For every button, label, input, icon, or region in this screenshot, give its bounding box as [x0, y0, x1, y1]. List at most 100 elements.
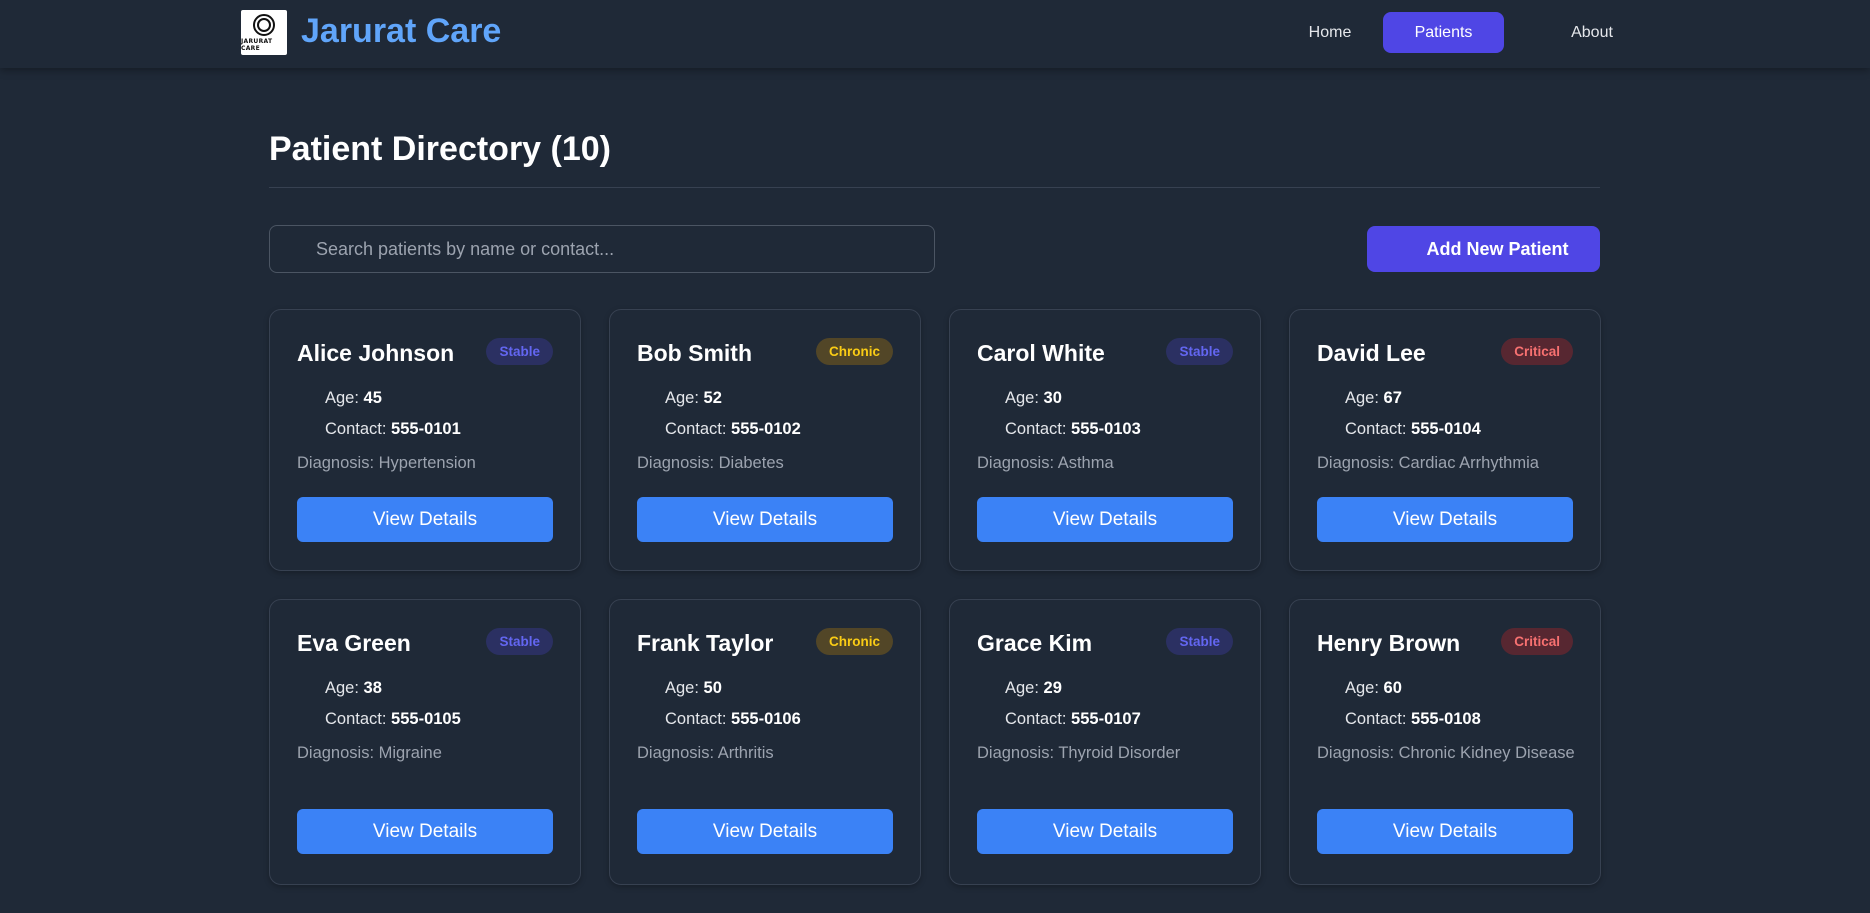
contact-value: 555-0102: [731, 420, 801, 438]
patient-card-grid: Alice Johnson Stable Age: 45 Contact: 55…: [269, 309, 1601, 885]
patient-name: Grace Kim: [977, 630, 1093, 656]
patient-age: Age: 60: [1345, 679, 1402, 698]
patient-card: Frank Taylor Chronic Age: 50 Contact: 55…: [609, 599, 921, 885]
contact-value: 555-0106: [731, 710, 801, 728]
contact-label: Contact:: [1005, 420, 1072, 438]
contact-label: Contact:: [665, 710, 732, 728]
patient-card: David Lee Critical Age: 67 Contact: 555-…: [1289, 309, 1601, 571]
page-title: Patient Directory (10): [269, 130, 611, 168]
nav-about-link[interactable]: About: [1552, 12, 1632, 53]
patient-search-input[interactable]: [269, 225, 935, 273]
patient-age: Age: 30: [1005, 389, 1062, 408]
status-badge: Chronic: [815, 338, 893, 365]
view-details-button[interactable]: View Details: [297, 497, 553, 542]
nav-home-link[interactable]: Home: [1290, 12, 1370, 53]
patient-contact: Contact: 555-0102: [665, 420, 801, 439]
view-details-button[interactable]: View Details: [1317, 809, 1573, 854]
patient-diagnosis: Diagnosis: Asthma: [977, 454, 1114, 472]
patient-contact: Contact: 555-0107: [1005, 710, 1141, 729]
patient-contact: Contact: 555-0103: [1005, 420, 1141, 439]
status-badge: Stable: [486, 338, 553, 365]
view-details-button[interactable]: View Details: [637, 497, 893, 542]
age-value: 45: [363, 389, 382, 407]
contact-value: 555-0108: [1411, 710, 1481, 728]
age-value: 52: [703, 389, 722, 407]
patient-contact: Contact: 555-0106: [665, 710, 801, 729]
patient-age: Age: 29: [1005, 679, 1062, 698]
patient-contact: Contact: 555-0108: [1345, 710, 1481, 729]
patient-diagnosis: Diagnosis: Migraine: [297, 744, 442, 762]
age-value: 50: [703, 679, 722, 697]
contact-value: 555-0103: [1071, 420, 1141, 438]
age-value: 38: [363, 679, 382, 697]
patient-age: Age: 52: [665, 389, 722, 408]
view-details-button[interactable]: View Details: [977, 497, 1233, 542]
patient-card: Henry Brown Critical Age: 60 Contact: 55…: [1289, 599, 1601, 885]
status-badge: Critical: [1501, 628, 1573, 655]
patient-contact: Contact: 555-0101: [325, 420, 461, 439]
patient-name: David Lee: [1317, 340, 1426, 366]
patient-contact: Contact: 555-0104: [1345, 420, 1481, 439]
patient-contact: Contact: 555-0105: [325, 710, 461, 729]
age-value: 29: [1043, 679, 1062, 697]
age-label: Age:: [325, 389, 364, 407]
patient-name: Alice Johnson: [297, 340, 455, 366]
view-details-button[interactable]: View Details: [297, 809, 553, 854]
patient-diagnosis: Diagnosis: Hypertension: [297, 454, 476, 472]
patient-name: Frank Taylor: [637, 630, 774, 656]
patient-diagnosis: Diagnosis: Diabetes: [637, 454, 784, 472]
patient-age: Age: 45: [325, 389, 382, 408]
patient-age: Age: 38: [325, 679, 382, 698]
top-navbar: JARURAT CARE Jarurat Care Home Patients …: [0, 0, 1870, 68]
contact-label: Contact:: [1345, 710, 1412, 728]
age-value: 30: [1043, 389, 1062, 407]
contact-label: Contact:: [665, 420, 732, 438]
patient-age: Age: 67: [1345, 389, 1402, 408]
age-value: 60: [1383, 679, 1402, 697]
status-badge: Stable: [1166, 628, 1233, 655]
contact-value: 555-0104: [1411, 420, 1481, 438]
patient-name: Henry Brown: [1317, 630, 1461, 656]
patient-card: Alice Johnson Stable Age: 45 Contact: 55…: [269, 309, 581, 571]
patient-name: Bob Smith: [637, 340, 752, 366]
age-label: Age:: [665, 679, 704, 697]
patient-age: Age: 50: [665, 679, 722, 698]
contact-label: Contact:: [325, 710, 392, 728]
age-value: 67: [1383, 389, 1402, 407]
contact-label: Contact:: [325, 420, 392, 438]
brand-name[interactable]: Jarurat Care: [301, 12, 501, 51]
contact-value: 555-0107: [1071, 710, 1141, 728]
patient-card: Eva Green Stable Age: 38 Contact: 555-01…: [269, 599, 581, 885]
view-details-button[interactable]: View Details: [1317, 497, 1573, 542]
contact-value: 555-0105: [391, 710, 461, 728]
status-badge: Chronic: [815, 628, 893, 655]
patient-diagnosis: Diagnosis: Chronic Kidney Disease: [1317, 744, 1575, 762]
age-label: Age:: [1345, 389, 1384, 407]
age-label: Age:: [325, 679, 364, 697]
patient-diagnosis: Diagnosis: Thyroid Disorder: [977, 744, 1181, 762]
view-details-button[interactable]: View Details: [977, 809, 1233, 854]
patient-name: Carol White: [977, 340, 1105, 366]
age-label: Age:: [1005, 679, 1044, 697]
patient-diagnosis: Diagnosis: Arthritis: [637, 744, 774, 762]
status-badge: Stable: [1166, 338, 1233, 365]
contact-label: Contact:: [1005, 710, 1072, 728]
nav-patients-link[interactable]: Patients: [1383, 12, 1504, 53]
age-label: Age:: [1005, 389, 1044, 407]
patient-name: Eva Green: [297, 630, 411, 656]
age-label: Age:: [1345, 679, 1384, 697]
brand-logo[interactable]: JARURAT CARE: [241, 10, 287, 55]
title-divider: [269, 187, 1600, 188]
add-new-patient-button[interactable]: Add New Patient: [1367, 226, 1600, 272]
status-badge: Stable: [486, 628, 553, 655]
patient-diagnosis: Diagnosis: Cardiac Arrhythmia: [1317, 454, 1539, 472]
patient-card: Grace Kim Stable Age: 29 Contact: 555-01…: [949, 599, 1261, 885]
view-details-button[interactable]: View Details: [637, 809, 893, 854]
logo-emblem-icon: [253, 13, 275, 36]
patient-card: Bob Smith Chronic Age: 52 Contact: 555-0…: [609, 309, 921, 571]
age-label: Age:: [665, 389, 704, 407]
contact-label: Contact:: [1345, 420, 1412, 438]
patient-card: Carol White Stable Age: 30 Contact: 555-…: [949, 309, 1261, 571]
logo-text: JARURAT CARE: [241, 37, 273, 52]
contact-value: 555-0101: [391, 420, 461, 438]
